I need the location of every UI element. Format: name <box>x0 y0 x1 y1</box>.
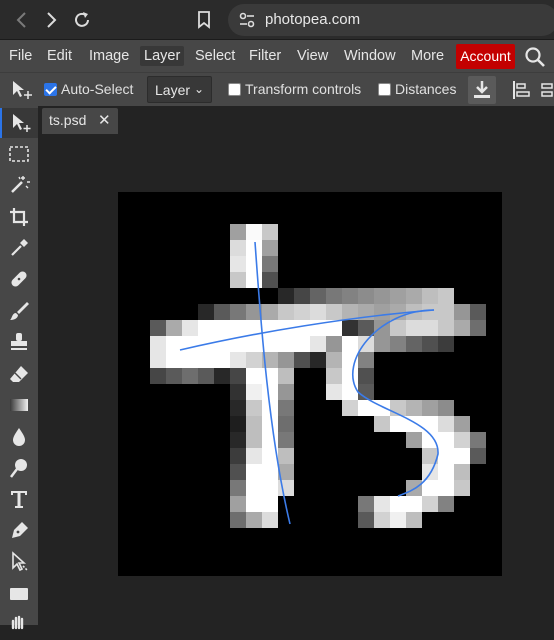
tools-panel <box>0 106 38 630</box>
crop-tool[interactable] <box>4 202 34 232</box>
rectangle-icon <box>10 588 28 600</box>
document-tab-name: ts.psd <box>49 112 87 128</box>
auto-select-target-value: Layer <box>155 82 191 98</box>
menu-file[interactable]: File <box>9 46 32 66</box>
menu-layer[interactable]: Layer <box>140 46 185 66</box>
browser-toolbar: photopea.com <box>0 0 554 40</box>
menu-select[interactable]: Select <box>195 46 235 66</box>
marquee-icon <box>9 146 29 162</box>
menu-image[interactable]: Image <box>89 46 129 66</box>
marquee-tool[interactable] <box>4 139 34 169</box>
hand-tool[interactable] <box>4 610 34 640</box>
distances-checkbox[interactable] <box>378 83 391 96</box>
options-bar: Auto-Select Layer ⌄ Transform controls D… <box>0 72 554 106</box>
distances-label: Distances <box>395 81 457 97</box>
auto-select-label: Auto-Select <box>61 81 134 97</box>
healing-tool[interactable] <box>4 264 34 294</box>
magic-wand-tool[interactable] <box>4 170 34 200</box>
bookmark-icon[interactable] <box>192 8 216 32</box>
document-canvas[interactable] <box>118 192 502 576</box>
forward-icon[interactable] <box>39 8 63 32</box>
brush-icon <box>10 302 29 320</box>
url-text: photopea.com <box>265 11 361 28</box>
bandage-icon <box>11 271 27 287</box>
download-button[interactable] <box>468 76 496 104</box>
path-select-icon <box>12 551 28 572</box>
document-tab[interactable]: ts.psd ✕ <box>42 108 118 134</box>
menu-filter[interactable]: Filter <box>249 46 281 66</box>
magic-wand-icon <box>11 176 30 193</box>
type-icon <box>11 491 27 508</box>
transform-controls-checkbox[interactable] <box>228 83 241 96</box>
close-icon[interactable]: ✕ <box>98 111 111 129</box>
eyedropper-tool[interactable] <box>4 233 34 263</box>
reload-icon[interactable] <box>70 8 94 32</box>
move-tool[interactable] <box>0 108 38 138</box>
menu-view[interactable]: View <box>297 46 328 66</box>
download-icon <box>474 81 490 98</box>
align-left-icon[interactable] <box>511 79 531 106</box>
move-tool-options-icon <box>10 79 34 106</box>
account-button[interactable]: Account <box>456 44 515 69</box>
gradient-icon <box>10 399 28 411</box>
site-info-icon[interactable] <box>237 10 257 30</box>
auto-select-target-dropdown[interactable]: Layer ⌄ <box>147 76 212 103</box>
search-icon[interactable] <box>524 46 546 73</box>
hand-icon <box>11 615 24 630</box>
align-center-icon[interactable] <box>540 79 554 106</box>
crop-icon <box>10 208 28 226</box>
path-select-tool[interactable] <box>4 547 34 577</box>
transform-controls-label: Transform controls <box>245 81 362 97</box>
gradient-tool[interactable] <box>4 390 34 420</box>
pen-tool[interactable] <box>4 516 34 546</box>
stamp-icon <box>11 333 27 350</box>
pen-icon <box>12 522 28 538</box>
eyedropper-icon <box>11 239 28 256</box>
move-icon <box>13 114 31 132</box>
eraser-tool[interactable] <box>4 359 34 389</box>
address-bar[interactable]: photopea.com <box>228 4 554 36</box>
type-tool[interactable] <box>4 484 34 514</box>
canvas-image <box>150 224 486 528</box>
chevron-down-icon: ⌄ <box>193 82 204 96</box>
auto-select-checkbox[interactable] <box>44 83 57 96</box>
menu-window[interactable]: Window <box>344 46 396 66</box>
blur-tool[interactable] <box>4 422 34 452</box>
dodge-icon <box>10 459 27 478</box>
shape-tool[interactable] <box>4 579 34 609</box>
back-icon[interactable] <box>10 8 34 32</box>
menu-edit[interactable]: Edit <box>47 46 72 66</box>
brush-tool[interactable] <box>4 296 34 326</box>
drop-icon <box>13 428 25 446</box>
menu-more[interactable]: More <box>411 46 444 66</box>
dodge-tool[interactable] <box>4 453 34 483</box>
stamp-tool[interactable] <box>4 327 34 357</box>
eraser-icon <box>10 366 28 382</box>
